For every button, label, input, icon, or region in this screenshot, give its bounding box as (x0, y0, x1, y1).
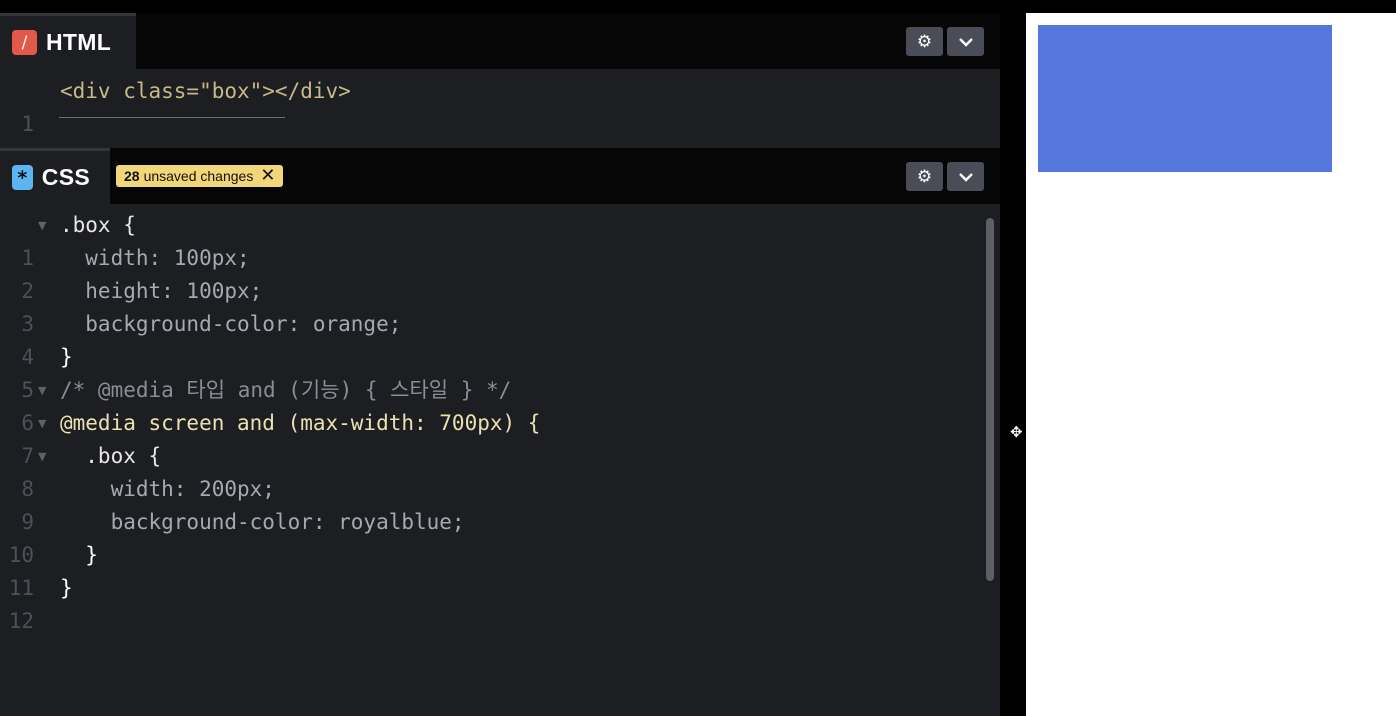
html-pane-header: / HTML ⚙ (0, 13, 1000, 69)
code-comment: /* @media 타입 and (기능) { 스타일 } */ (60, 378, 512, 402)
chevron-down-icon (958, 37, 973, 47)
tab-css[interactable]: * CSS (0, 148, 110, 204)
code-text: height: 100px; (60, 279, 263, 303)
code-text: .box { (60, 213, 136, 237)
css-pane-header: * CSS 28 unsaved changes ✕ ⚙ (0, 148, 1000, 204)
code-text: background-color: orange; (60, 312, 402, 336)
code-line: 1 <div class="box"></div> (0, 75, 990, 136)
code-line: 2 width: 100px; (0, 242, 990, 303)
fold-arrow-icon[interactable]: ▼ (38, 209, 46, 242)
fold-arrow-icon[interactable]: ▼ (38, 440, 46, 473)
code-line: 6 ▼ /* @media 타입 and (기능) { 스타일 } */ (0, 374, 990, 435)
code-text: @media screen and (max-width: 700px) { (60, 411, 541, 435)
code-text: } (60, 543, 98, 567)
tab-html[interactable]: / HTML (0, 13, 136, 69)
slash-icon: / (12, 30, 37, 55)
chevron-down-icon (958, 172, 973, 182)
editor-column: / HTML ⚙ 1 <div class="box"></div> * CSS… (0, 13, 1000, 716)
top-bar (0, 0, 1396, 13)
resize-cursor-icon[interactable]: ✥ (1010, 424, 1026, 440)
code-line: 3 height: 100px; (0, 275, 990, 336)
code-text: .box { (60, 444, 162, 468)
code-text: width: 100px; (60, 246, 250, 270)
code-text: } (60, 345, 73, 369)
html-code-area[interactable]: 1 <div class="box"></div> (0, 75, 990, 136)
asterisk-icon: * (12, 165, 33, 190)
code-line: 12 } (0, 572, 990, 633)
matching-tag-underline (59, 117, 285, 118)
gear-icon: ⚙ (916, 166, 933, 187)
html-tab-label: HTML (46, 29, 112, 55)
css-scrollbar[interactable] (986, 218, 994, 581)
code-line: 1 ▼ .box { (0, 209, 990, 270)
code-line: 11 } (0, 539, 990, 600)
fold-arrow-icon[interactable]: ▼ (38, 374, 46, 407)
pane-resize-divider[interactable] (1000, 13, 1026, 716)
preview-pane (1026, 13, 1396, 716)
unsaved-changes-badge[interactable]: 28 unsaved changes ✕ (116, 165, 284, 187)
css-code-area[interactable]: 1 ▼ .box { 2 width: 100px; 3 height: 100… (0, 209, 990, 633)
preview-box (1038, 25, 1332, 172)
css-settings-button[interactable]: ⚙ (906, 162, 943, 191)
css-collapse-button[interactable] (947, 162, 984, 191)
code-line: 7 ▼ @media screen and (max-width: 700px)… (0, 407, 990, 468)
unsaved-text: unsaved changes (143, 168, 254, 184)
code-line: 4 background-color: orange; (0, 308, 990, 369)
code-text: background-color: royalblue; (60, 510, 465, 534)
gear-icon: ⚙ (916, 31, 933, 52)
css-tab-label: CSS (41, 164, 90, 190)
code-line: 5 } (0, 341, 990, 402)
code-text: <div class="box"></div> (60, 79, 351, 103)
code-text: } (60, 576, 73, 600)
close-icon[interactable]: ✕ (260, 167, 275, 185)
code-line: 10 background-color: royalblue; (0, 506, 990, 567)
line-number: 12 (8, 609, 34, 633)
unsaved-count: 28 (124, 168, 140, 184)
html-collapse-button[interactable] (947, 27, 984, 56)
code-line: 8 ▼ .box { (0, 440, 990, 501)
code-line: 9 width: 200px; (0, 473, 990, 534)
fold-arrow-icon[interactable]: ▼ (38, 407, 46, 440)
line-number: 1 (21, 112, 34, 136)
code-text: width: 200px; (60, 477, 275, 501)
html-settings-button[interactable]: ⚙ (906, 27, 943, 56)
